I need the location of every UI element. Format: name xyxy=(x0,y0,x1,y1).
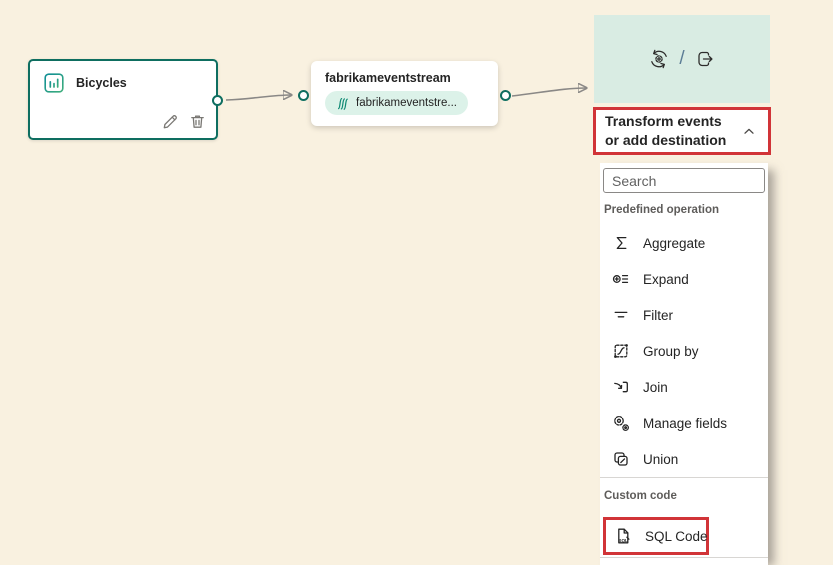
edge-stream-to-placeholder xyxy=(512,88,586,96)
menu-item-manage-fields[interactable]: Manage fields xyxy=(600,405,768,441)
eventstream-icon xyxy=(336,96,350,111)
operations-menu-panel: Predefined operation Aggregate xyxy=(600,163,768,565)
stream-badge-label: fabrikameventstre... xyxy=(356,97,457,109)
delete-trash-icon[interactable] xyxy=(189,113,206,130)
sql-document-icon: SQL xyxy=(614,527,632,545)
group-by-icon xyxy=(612,342,630,360)
bar-chart-icon xyxy=(44,73,64,93)
menu-item-aggregate[interactable]: Aggregate xyxy=(600,225,768,261)
source-output-connector[interactable] xyxy=(212,95,223,106)
menu-item-sql-code[interactable]: SQL SQL Code xyxy=(606,520,708,552)
stream-node-header: fabrikameventstream xyxy=(311,61,498,85)
menu-item-filter[interactable]: Filter xyxy=(600,297,768,333)
custom-code-section-label: Custom code xyxy=(604,490,768,504)
transform-dropdown-label: Transform events or add destination xyxy=(596,112,734,151)
predefined-operation-list: Aggregate Expand Filte xyxy=(600,225,768,477)
source-node-title: Bicycles xyxy=(76,76,127,90)
stream-output-connector[interactable] xyxy=(500,90,511,101)
menu-item-union[interactable]: Union xyxy=(600,441,768,477)
stream-node-title: fabrikameventstream xyxy=(325,71,451,85)
predefined-operation-section-label: Predefined operation xyxy=(604,204,768,218)
stream-badge[interactable]: fabrikameventstre... xyxy=(325,91,468,115)
svg-text:SQL: SQL xyxy=(618,538,628,543)
sql-code-highlight-box: SQL SQL Code xyxy=(603,517,709,555)
destination-exit-icon xyxy=(694,48,716,70)
union-icon xyxy=(612,450,630,468)
menu-item-join[interactable]: Join xyxy=(600,369,768,405)
source-node-bicycles[interactable]: Bicycles xyxy=(28,59,218,140)
join-icon xyxy=(612,378,630,396)
menu-item-expand[interactable]: Expand xyxy=(600,261,768,297)
slash-separator: / xyxy=(679,48,684,70)
search-input[interactable] xyxy=(603,168,765,193)
edge-source-to-stream xyxy=(226,95,291,100)
eventstream-canvas: Bicycles fabrikameventstream xyxy=(0,0,833,565)
chevron-up-icon[interactable] xyxy=(742,126,756,136)
stream-node-fabrikameventstream[interactable]: fabrikameventstream fabrikameventstre... xyxy=(311,61,498,126)
sigma-icon xyxy=(612,234,630,252)
transform-sync-gear-icon xyxy=(648,48,670,70)
bottom-divider xyxy=(600,557,768,558)
expand-list-icon xyxy=(612,270,630,288)
manage-fields-gears-icon xyxy=(612,414,630,432)
edit-pencil-icon[interactable] xyxy=(162,113,179,130)
filter-icon xyxy=(612,306,630,324)
destination-placeholder-node[interactable]: / xyxy=(594,15,770,103)
source-node-header: Bicycles xyxy=(30,61,216,93)
transform-dropdown-toggle[interactable]: Transform events or add destination xyxy=(593,107,771,155)
stream-input-connector[interactable] xyxy=(298,90,309,101)
section-divider xyxy=(600,477,768,478)
node-actions xyxy=(162,113,206,130)
menu-item-group-by[interactable]: Group by xyxy=(600,333,768,369)
